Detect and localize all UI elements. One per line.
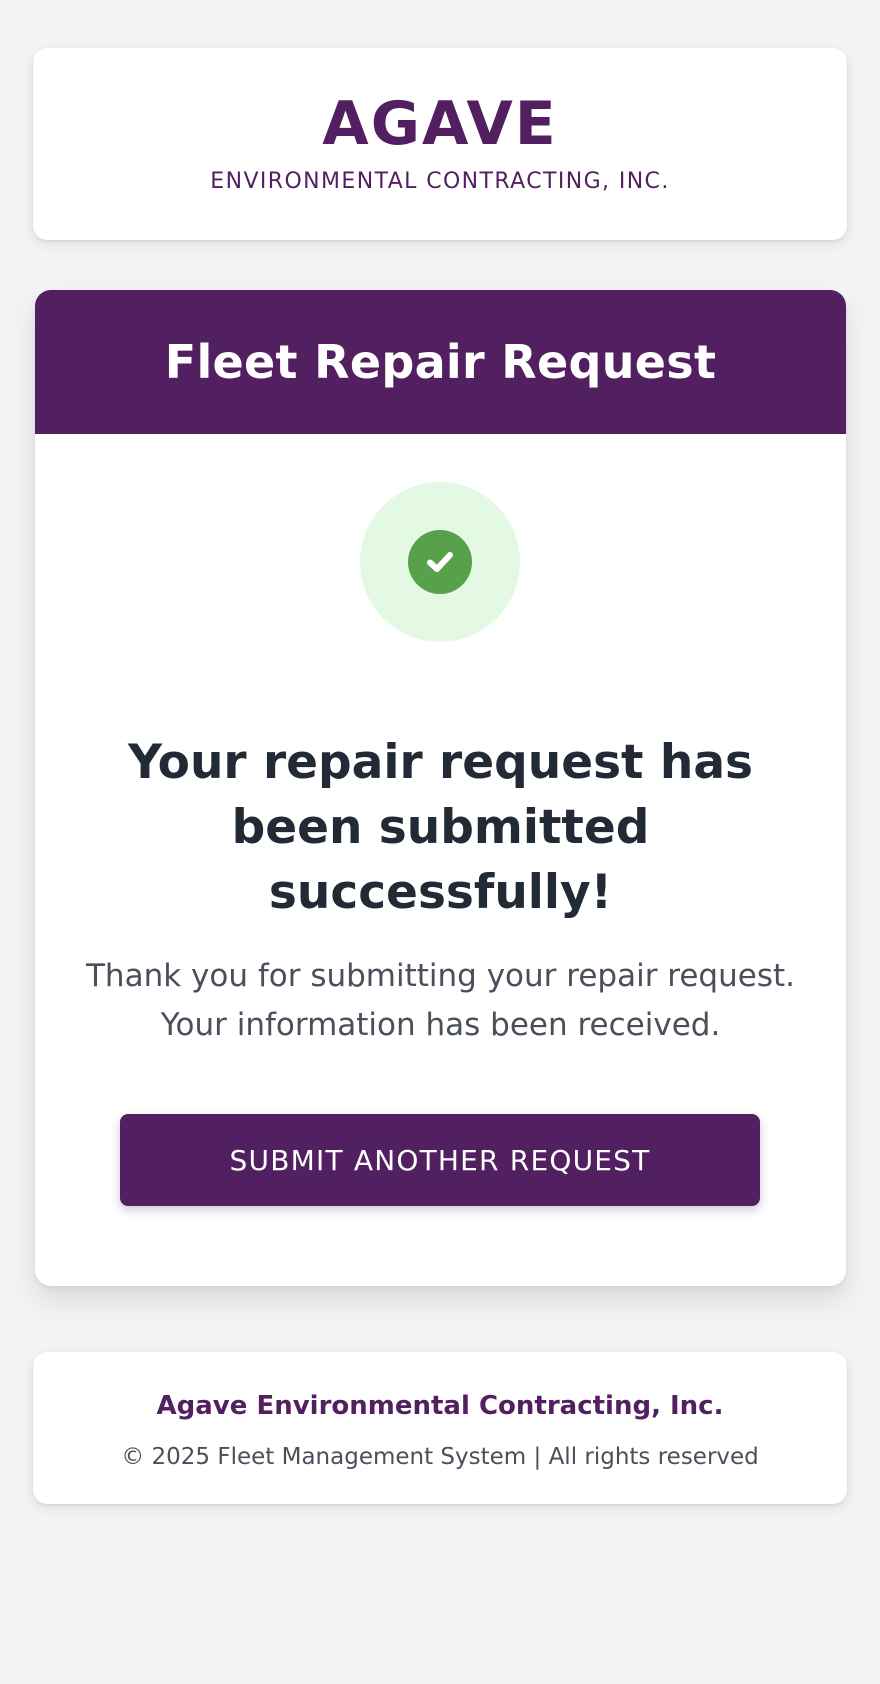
- brand-name: AGAVE: [322, 89, 558, 159]
- page-title: Fleet Repair Request: [164, 335, 717, 389]
- brand-header: AGAVE ENVIRONMENTAL CONTRACTING, INC.: [33, 48, 847, 240]
- success-indicator: [360, 482, 520, 642]
- success-message: Thank you for submitting your repair req…: [86, 958, 795, 1043]
- footer-company-name: Agave Environmental Contracting, Inc.: [156, 1391, 724, 1421]
- confirmation-card: Fleet Repair Request Your repair request…: [35, 290, 846, 1286]
- footer-copyright: © 2025 Fleet Management System | All rig…: [121, 1444, 759, 1470]
- success-headline: Your repair request has been submitted s…: [127, 735, 754, 920]
- card-banner: Fleet Repair Request: [35, 290, 846, 434]
- brand-subtitle: ENVIRONMENTAL CONTRACTING, INC.: [210, 169, 670, 194]
- submit-another-request-button[interactable]: SUBMIT ANOTHER REQUEST: [120, 1114, 760, 1206]
- footer: Agave Environmental Contracting, Inc. © …: [33, 1352, 847, 1504]
- check-circle-icon: [408, 530, 472, 594]
